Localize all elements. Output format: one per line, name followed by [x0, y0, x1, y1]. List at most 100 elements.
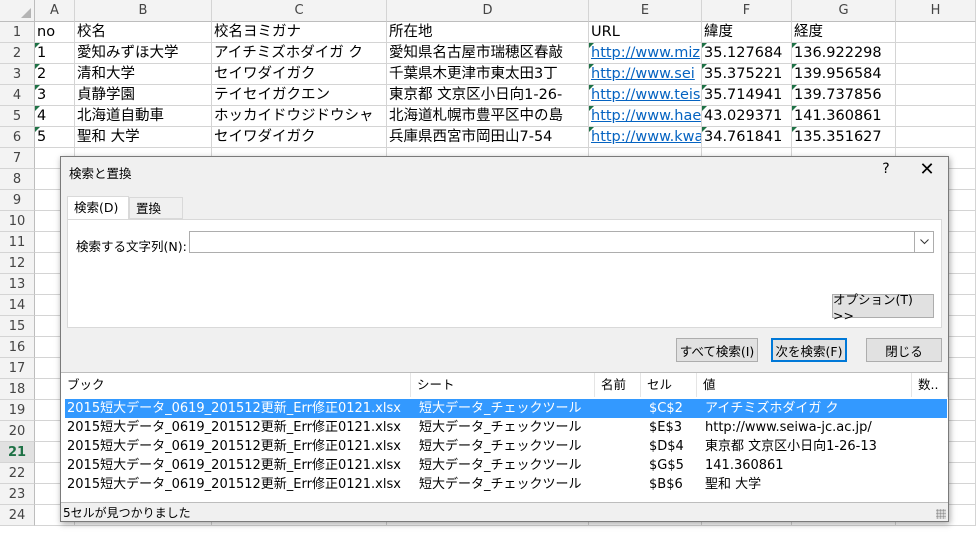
cell-b3[interactable]: 清和大学: [75, 64, 212, 85]
cell-g5[interactable]: 141.360861: [792, 106, 896, 127]
close-button[interactable]: 閉じる: [866, 338, 942, 362]
row-header-15[interactable]: 15: [0, 316, 35, 337]
results-header-0[interactable]: ブック: [61, 373, 411, 397]
cell-e3[interactable]: http://www.sei: [589, 64, 702, 85]
cell-c4[interactable]: テイセイガクエン: [212, 85, 387, 106]
help-icon[interactable]: ?: [876, 161, 896, 177]
dropdown-button[interactable]: [914, 232, 933, 252]
cell-e2[interactable]: http://www.miz: [589, 43, 702, 64]
row-header-16[interactable]: 16: [0, 337, 35, 358]
row-header-19[interactable]: 19: [0, 400, 35, 421]
cell-d6[interactable]: 兵庫県西宮市岡田山7-54: [387, 127, 589, 148]
row-header-5[interactable]: 5: [0, 106, 35, 127]
cell-h3[interactable]: [896, 64, 976, 85]
result-row[interactable]: 2015短大データ_0619_201512更新_Err修正0121.xlsx 短大…: [65, 475, 947, 494]
cell-h6[interactable]: [896, 127, 976, 148]
cell-d2[interactable]: 愛知県名古屋市瑞穂区春敲: [387, 43, 589, 64]
results-header-1[interactable]: シート: [411, 373, 595, 397]
cell-a3[interactable]: 2: [35, 64, 75, 85]
row-header-13[interactable]: 13: [0, 274, 35, 295]
select-all-corner[interactable]: [0, 0, 35, 22]
cell-f1[interactable]: 緯度: [702, 22, 792, 43]
row-header-6[interactable]: 6: [0, 127, 35, 148]
column-header-h[interactable]: H: [896, 0, 976, 22]
cell-d4[interactable]: 東京都 文京区小日向1-26-: [387, 85, 589, 106]
row-header-21[interactable]: 21: [0, 442, 35, 463]
cell-g4[interactable]: 139.737856: [792, 85, 896, 106]
row-header-17[interactable]: 17: [0, 358, 35, 379]
row-header-11[interactable]: 11: [0, 232, 35, 253]
results-header-2[interactable]: 名前: [595, 373, 641, 397]
column-header-e[interactable]: E: [589, 0, 702, 22]
cell-e4[interactable]: http://www.teis: [589, 85, 702, 106]
row-header-1[interactable]: 1: [0, 22, 35, 43]
column-header-d[interactable]: D: [387, 0, 589, 22]
row-header-3[interactable]: 3: [0, 64, 35, 85]
cell-b6[interactable]: 聖和 大学: [75, 127, 212, 148]
cell-e1[interactable]: URL: [589, 22, 702, 43]
cell-e6[interactable]: http://www.kwa: [589, 127, 702, 148]
row-header-20[interactable]: 20: [0, 421, 35, 442]
row-header-2[interactable]: 2: [0, 43, 35, 64]
row-header-7[interactable]: 7: [0, 148, 35, 169]
cell-g1[interactable]: 経度: [792, 22, 896, 43]
cell-a2[interactable]: 1: [35, 43, 75, 64]
result-row[interactable]: 2015短大データ_0619_201512更新_Err修正0121.xlsx 短大…: [65, 399, 947, 418]
cell-b5[interactable]: 北海道自動車: [75, 106, 212, 127]
cell-d5[interactable]: 北海道札幌市豊平区中の島: [387, 106, 589, 127]
cell-h2[interactable]: [896, 43, 976, 64]
cell-c1[interactable]: 校名ヨミガナ: [212, 22, 387, 43]
cell-g3[interactable]: 139.956584: [792, 64, 896, 85]
results-list[interactable]: ブック シート 名前 セル値数.. 2015短大データ_0619_201512更新_Er…: [61, 372, 948, 503]
cell-h5[interactable]: [896, 106, 976, 127]
row-header-8[interactable]: 8: [0, 169, 35, 190]
cell-f3[interactable]: 35.375221: [702, 64, 792, 85]
row-header-9[interactable]: 9: [0, 190, 35, 211]
find-next-button[interactable]: 次を検索(F): [771, 338, 847, 362]
resize-grip[interactable]: [936, 509, 946, 519]
row-header-22[interactable]: 22: [0, 463, 35, 484]
tab-replace[interactable]: 置換(P): [129, 197, 183, 238]
column-header-g[interactable]: G: [792, 0, 896, 22]
row-header-4[interactable]: 4: [0, 85, 35, 106]
cell-c3[interactable]: セイワダイガク: [212, 64, 387, 85]
row-header-14[interactable]: 14: [0, 295, 35, 316]
cell-c6[interactable]: セイワダイガク: [212, 127, 387, 148]
find-input[interactable]: [189, 231, 934, 253]
cell-a4[interactable]: 3: [35, 85, 75, 106]
cell-c5[interactable]: ホッカイドウジドウシャ: [212, 106, 387, 127]
result-row[interactable]: 2015短大データ_0619_201512更新_Err修正0121.xlsx 短大…: [65, 437, 947, 456]
options-button[interactable]: オプション(T) >>: [832, 292, 934, 323]
cell-a1[interactable]: no: [35, 22, 75, 43]
cell-g6[interactable]: 135.351627: [792, 127, 896, 148]
row-header-24[interactable]: 24: [0, 505, 35, 526]
row-header-10[interactable]: 10: [0, 211, 35, 232]
cell-d1[interactable]: 所在地: [387, 22, 589, 43]
find-all-button[interactable]: すべて検索(I): [676, 338, 758, 362]
cell-g2[interactable]: 136.922298: [792, 43, 896, 64]
row-header-23[interactable]: 23: [0, 484, 35, 505]
cell-f5[interactable]: 43.029371: [702, 106, 792, 127]
results-header-3[interactable]: セル: [641, 373, 697, 397]
cell-h1[interactable]: [896, 22, 976, 43]
cell-b1[interactable]: 校名: [75, 22, 212, 43]
cell-d3[interactable]: 千葉県木更津市東太田3丁: [387, 64, 589, 85]
result-row[interactable]: 2015短大データ_0619_201512更新_Err修正0121.xlsx 短大…: [65, 418, 947, 437]
column-header-b[interactable]: B: [75, 0, 212, 22]
column-header-f[interactable]: F: [702, 0, 792, 22]
cell-c2[interactable]: アイチミズホダイガ ク: [212, 43, 387, 64]
column-header-c[interactable]: C: [212, 0, 387, 22]
cell-a5[interactable]: 4: [35, 106, 75, 127]
cell-b2[interactable]: 愛知みずほ大学: [75, 43, 212, 64]
cell-f6[interactable]: 34.761841: [702, 127, 792, 148]
close-icon[interactable]: ✕: [915, 159, 939, 181]
results-header-4[interactable]: 値: [697, 373, 912, 397]
cell-f4[interactable]: 35.714941: [702, 85, 792, 106]
column-header-a[interactable]: A: [35, 0, 75, 22]
tab-find[interactable]: 検索(D): [67, 196, 129, 220]
results-header-5[interactable]: 数..: [912, 373, 948, 397]
cell-h4[interactable]: [896, 85, 976, 106]
row-header-18[interactable]: 18: [0, 379, 35, 400]
cell-e5[interactable]: http://www.hae: [589, 106, 702, 127]
result-row[interactable]: 2015短大データ_0619_201512更新_Err修正0121.xlsx 短大…: [65, 456, 947, 475]
